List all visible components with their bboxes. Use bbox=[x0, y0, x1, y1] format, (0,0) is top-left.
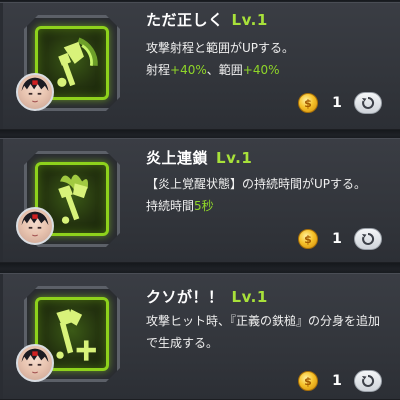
skill-card-2[interactable]: 炎上連鎖 Lv.1 【炎上覚醒状態】の持続時間がUPする。 持続時間5秒 $ 1 bbox=[0, 138, 400, 263]
skill-card-3[interactable]: クソが！！ Lv.1 攻撃ヒット時、『正義の鉄槌』の分身を追加 で生成する。 $ … bbox=[0, 273, 400, 400]
skill-description: 攻撃ヒット時、『正義の鉄槌』の分身を追加 で生成する。 bbox=[146, 314, 381, 350]
cost-count: 1 bbox=[332, 373, 342, 389]
avatar bbox=[16, 207, 54, 245]
reroll-button[interactable] bbox=[354, 370, 382, 392]
reroll-button[interactable] bbox=[354, 92, 382, 114]
skill-title: クソが！！ bbox=[146, 288, 224, 306]
avatar bbox=[16, 73, 54, 111]
skill-title: 炎上連鎖 bbox=[146, 149, 209, 167]
skill-description: 【炎上覚醒状態】の持続時間がUPする。 持続時間5秒 bbox=[146, 177, 367, 213]
skill-level: Lv.1 bbox=[231, 288, 268, 306]
cost-count: 1 bbox=[332, 231, 342, 247]
reroll-cost: $ 1 bbox=[298, 92, 382, 114]
skill-level: Lv.1 bbox=[216, 149, 253, 167]
coin-icon: $ bbox=[298, 229, 318, 249]
skill-level: Lv.1 bbox=[231, 11, 268, 29]
coin-icon: $ bbox=[298, 93, 318, 113]
refresh-icon bbox=[362, 96, 375, 109]
skill-card-1[interactable]: ただ正しく Lv.1 攻撃射程と範囲がUPする。 射程+40%、範囲+40% $ … bbox=[0, 2, 400, 130]
cost-count: 1 bbox=[332, 95, 342, 111]
refresh-icon bbox=[362, 374, 375, 387]
reroll-cost: $ 1 bbox=[298, 370, 382, 392]
skill-title: ただ正しく bbox=[146, 11, 224, 29]
skill-description: 攻撃射程と範囲がUPする。 射程+40%、範囲+40% bbox=[146, 41, 295, 77]
refresh-icon bbox=[362, 232, 375, 245]
coin-icon: $ bbox=[298, 371, 318, 391]
reroll-cost: $ 1 bbox=[298, 228, 382, 250]
avatar bbox=[16, 344, 54, 382]
reroll-button[interactable] bbox=[354, 228, 382, 250]
